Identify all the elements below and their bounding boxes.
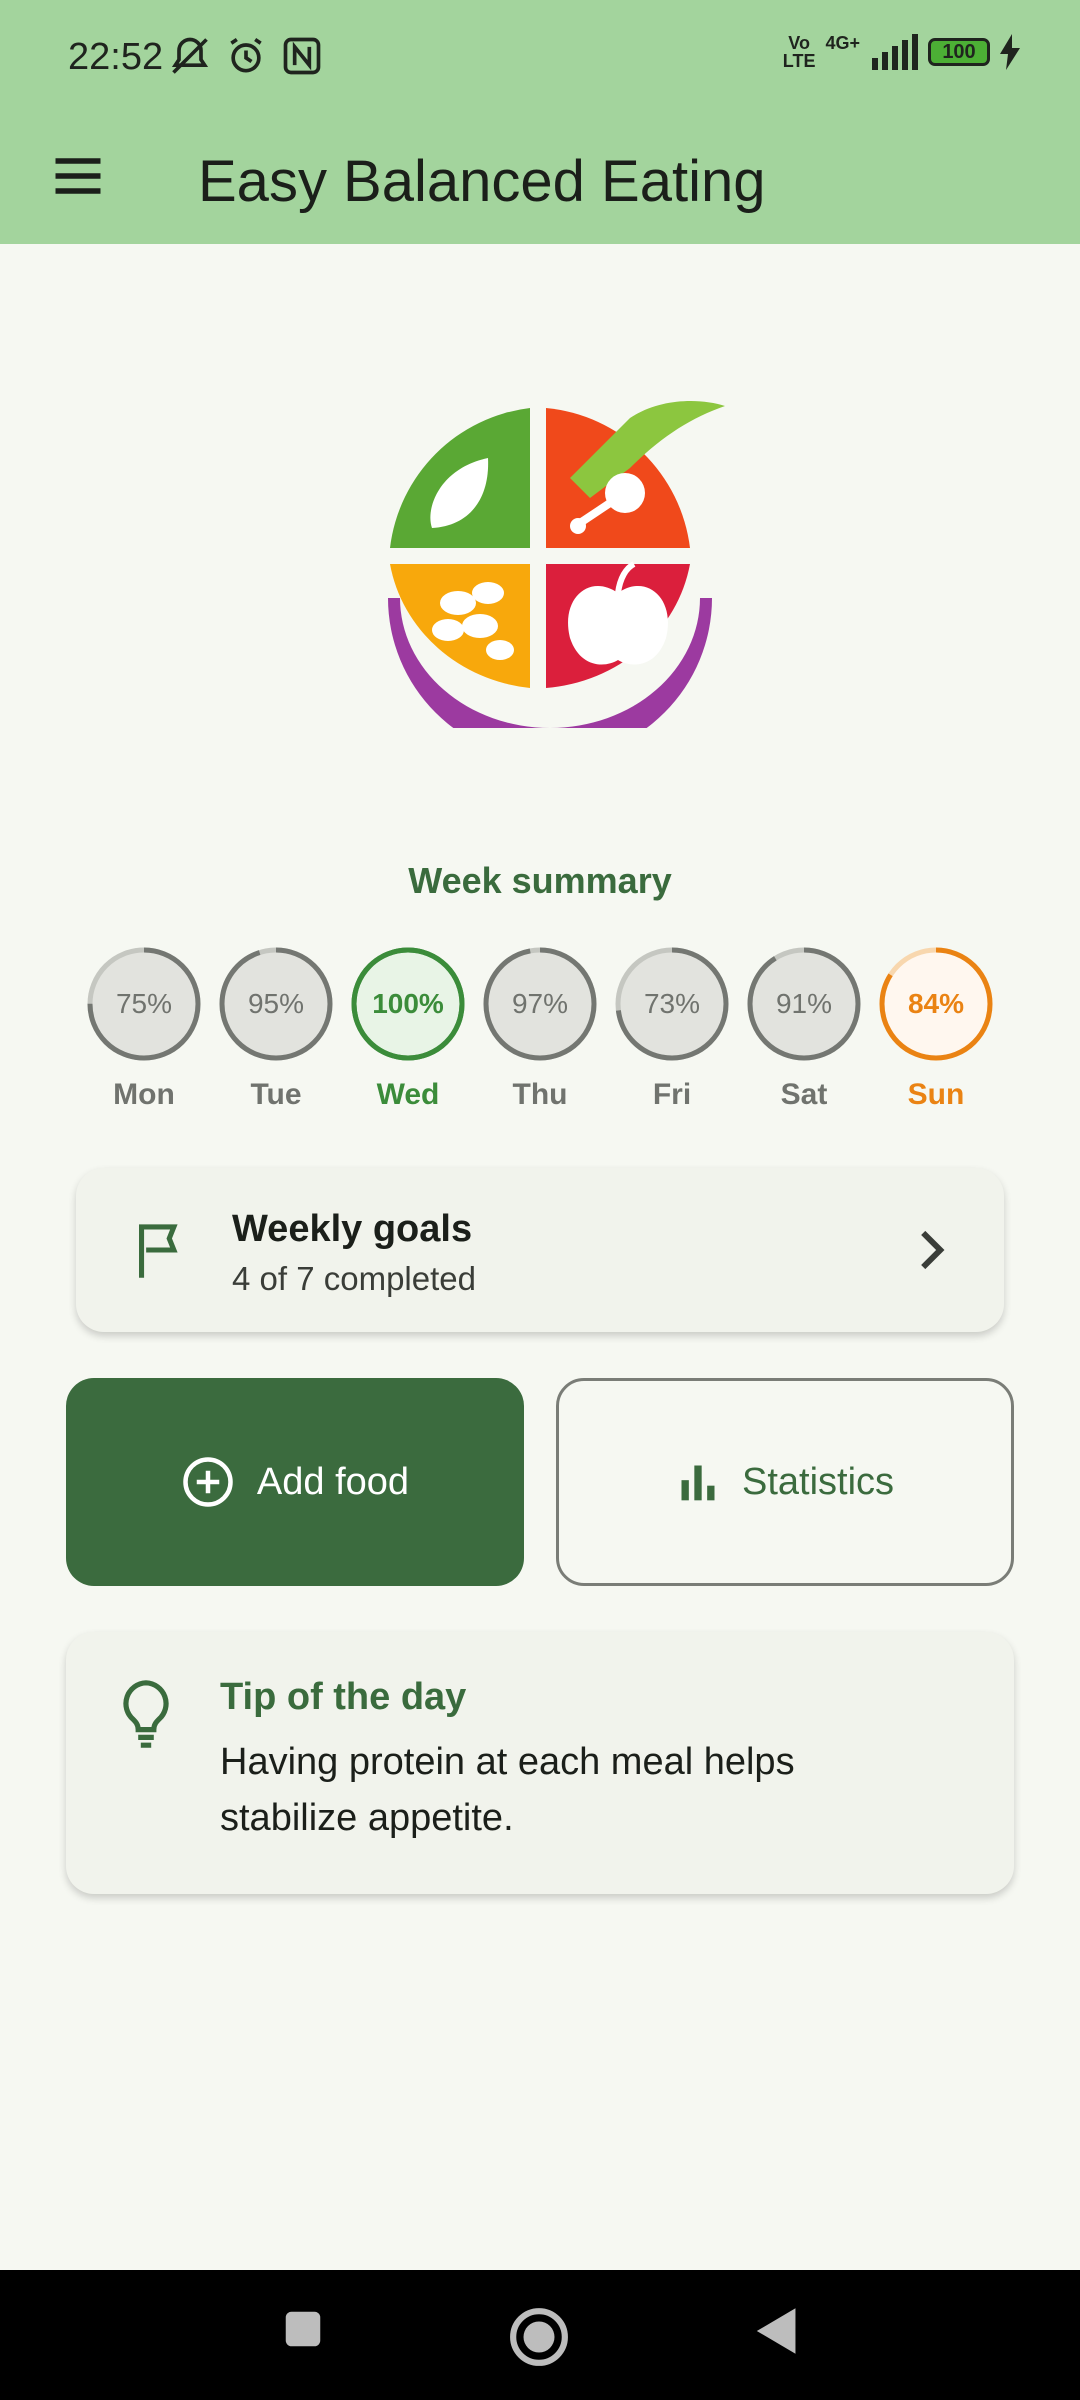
day-ring: 97%	[480, 944, 600, 1064]
day-progress-mon[interactable]: 75% Mon	[84, 944, 204, 1112]
app-title: Easy Balanced Eating	[198, 149, 766, 214]
tip-title: Tip of the day	[220, 1676, 467, 1718]
alarm-icon	[230, 37, 262, 73]
charging-icon	[1000, 34, 1020, 70]
menu-button[interactable]	[48, 146, 108, 206]
day-ring: 84%	[876, 944, 996, 1064]
day-progress-sun[interactable]: 84% Sun	[876, 944, 996, 1112]
day-percent: 73%	[643, 988, 701, 1019]
app-logo	[388, 401, 725, 728]
weekly-goals-card[interactable]: Weekly goals 4 of 7 completed	[76, 1168, 1004, 1332]
day-ring: 91%	[744, 944, 864, 1064]
day-label: Tue	[250, 1078, 302, 1111]
weekly-goals-title: Weekly goals	[232, 1208, 473, 1250]
day-label: Sun	[907, 1078, 965, 1111]
menu-icon	[55, 158, 101, 194]
recents-square-icon[interactable]	[280, 2306, 326, 2352]
mute-bell-icon	[171, 37, 209, 74]
day-ring: 73%	[612, 944, 732, 1064]
home-circle-icon[interactable]	[508, 2306, 570, 2368]
status-icons-left	[168, 34, 324, 78]
bar-chart-icon	[681, 1465, 715, 1501]
status-time: 22:52	[68, 36, 164, 78]
add-food-label: Add food	[256, 1460, 410, 1503]
day-percent: 97%	[511, 988, 569, 1019]
network-type: 4G+	[825, 33, 860, 53]
day-percent: 100%	[372, 988, 444, 1019]
week-summary-title: Week summary	[408, 860, 672, 901]
volte-top: Vo	[788, 33, 810, 53]
day-ring: 95%	[216, 944, 336, 1064]
app-bar: Easy Balanced Eating	[0, 118, 1080, 244]
day-progress-sat[interactable]: 91% Sat	[744, 944, 864, 1112]
day-percent: 75%	[115, 988, 173, 1019]
day-label: Wed	[376, 1078, 440, 1111]
status-icons-right: Vo LTE 4G+ 100	[783, 34, 1020, 70]
day-label: Thu	[512, 1078, 568, 1111]
add-circle-icon	[183, 1457, 233, 1507]
day-label: Sat	[780, 1078, 828, 1111]
week-summary-days: 75% Mon 95% Tue 100% Wed 97% Thu 73% Fri 91% Sat 84%…	[84, 944, 996, 1114]
weekly-goals-subtitle: 4 of 7 completed	[232, 1260, 476, 1297]
tip-text: Having protein at each meal helps stabil…	[220, 1741, 795, 1839]
day-label: Mon	[113, 1078, 175, 1111]
statistics-button[interactable]: Statistics	[556, 1378, 1014, 1586]
back-triangle-icon[interactable]	[752, 2306, 798, 2356]
signal-icon	[872, 34, 918, 70]
statistics-label: Statistics	[741, 1460, 895, 1503]
day-ring: 75%	[84, 944, 204, 1064]
day-progress-wed[interactable]: 100% Wed	[348, 944, 468, 1112]
nfc-icon	[283, 37, 321, 75]
add-food-button[interactable]: Add food	[66, 1378, 524, 1586]
day-percent: 95%	[247, 988, 305, 1019]
status-bar: 22:52 Vo LTE 4G+ 100	[0, 0, 1080, 118]
day-progress-thu[interactable]: 97% Thu	[480, 944, 600, 1112]
battery-icon: 100	[928, 38, 990, 66]
day-label: Fri	[652, 1078, 692, 1111]
day-progress-fri[interactable]: 73% Fri	[612, 944, 732, 1112]
flag-icon	[139, 1224, 178, 1278]
tip-of-the-day-card: Tip of the day Having protein at each me…	[66, 1632, 1014, 1894]
volte-indicator: Vo LTE	[783, 34, 816, 70]
day-ring: 100%	[348, 944, 468, 1064]
day-progress-tue[interactable]: 95% Tue	[216, 944, 336, 1112]
lightbulb-icon	[123, 1680, 169, 1748]
day-percent: 84%	[907, 988, 965, 1019]
day-percent: 91%	[775, 988, 833, 1019]
battery-level: 100	[942, 40, 976, 63]
volte-bottom: LTE	[782, 51, 816, 71]
chevron-right-icon	[921, 1230, 945, 1270]
system-nav-bar	[0, 2270, 1080, 2400]
